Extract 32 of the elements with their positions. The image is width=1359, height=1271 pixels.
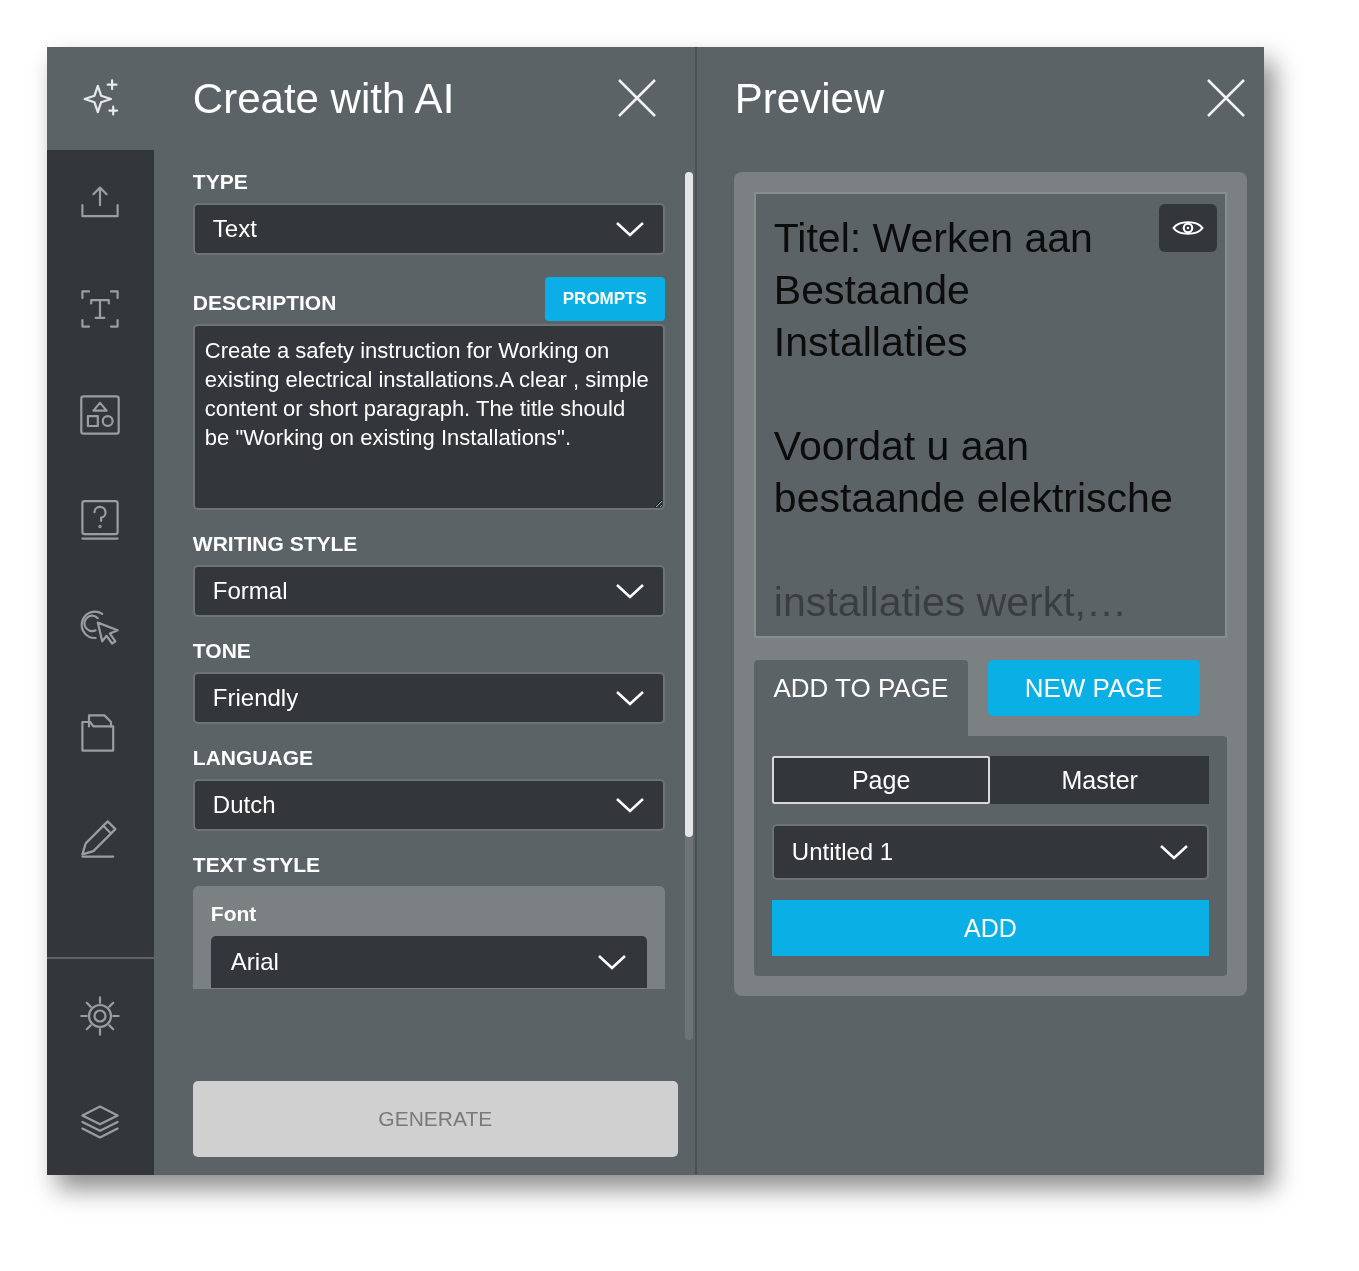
field-label: TONE — [192, 639, 251, 663]
chevron-down-icon — [614, 583, 645, 599]
close-icon — [1206, 77, 1246, 118]
field-label: WRITING STYLE — [192, 532, 358, 556]
toggle-option[interactable]: Page — [771, 756, 991, 804]
chevron-down-icon — [614, 797, 645, 813]
tab[interactable]: ADD TO PAGE — [753, 660, 968, 736]
field-label: TEXT STYLE — [192, 853, 321, 877]
panel-title: Preview — [734, 74, 885, 123]
dropdown[interactable]: Formal — [192, 565, 665, 617]
close-icon — [616, 77, 657, 118]
preview-toggle-button[interactable] — [1159, 204, 1217, 252]
dropdown[interactable]: Arial — [210, 936, 647, 988]
field-label: Font — [210, 902, 258, 926]
preview-text: Voordat u aan bestaande elektrische — [773, 422, 1174, 523]
dropdown[interactable]: Untitled 1 — [771, 824, 1209, 880]
chevron-down-icon — [614, 221, 645, 237]
panel-title: Create with AI — [192, 74, 455, 123]
scrollbar-thumb[interactable] — [684, 172, 693, 837]
field-label: LANGUAGE — [192, 746, 313, 770]
rail-tab[interactable] — [47, 47, 154, 150]
dropdown[interactable]: Friendly — [192, 672, 665, 724]
field-label: TYPE — [192, 170, 248, 194]
description-field[interactable]: Create a safety instruction for Working on existing electrical installations.A clear , simple content or short paragraph. The title should be "Working on existing Installations". — [192, 324, 665, 510]
shapes-icon — [78, 393, 123, 437]
dropdown[interactable]: Text — [192, 203, 665, 255]
chevron-down-icon — [596, 954, 627, 970]
field-label: DESCRIPTION — [192, 291, 337, 315]
chevron-down-icon — [1159, 844, 1189, 860]
preview-text: Titel: Werken aan Bestaande Installaties — [773, 214, 1094, 367]
dropdown[interactable]: Dutch — [192, 779, 665, 831]
chevron-down-icon — [614, 690, 645, 706]
